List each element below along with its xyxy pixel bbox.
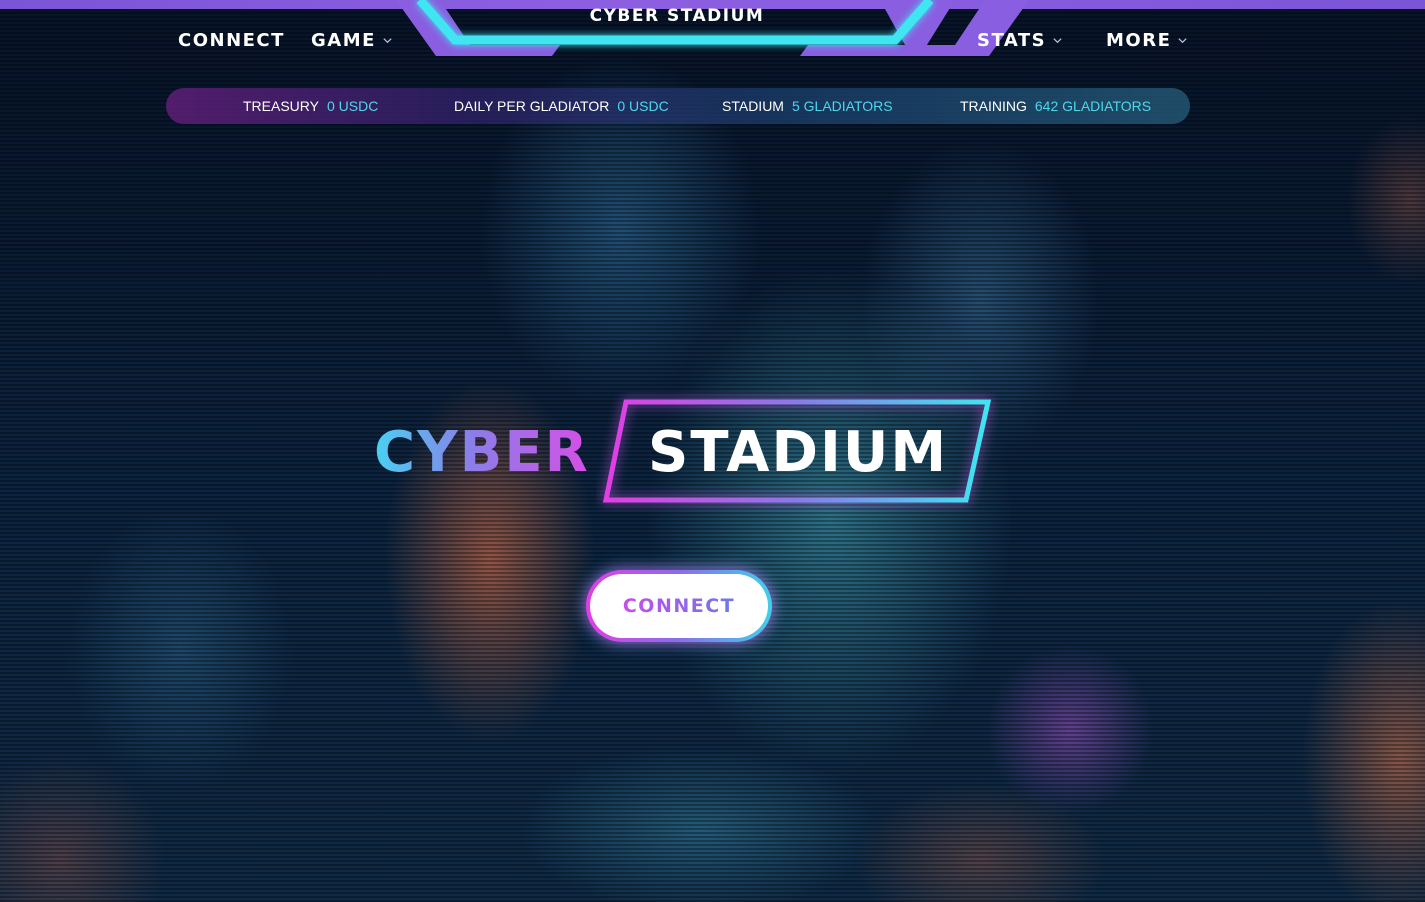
- hero-title-stadium: STADIUM: [648, 420, 949, 485]
- connect-button-label: CONNECT: [622, 595, 736, 617]
- connect-button[interactable]: CONNECT: [586, 570, 772, 642]
- hero-title-cyber: CYBER: [374, 420, 590, 485]
- hero: CYBER STADIUM CONNECT: [0, 0, 1425, 902]
